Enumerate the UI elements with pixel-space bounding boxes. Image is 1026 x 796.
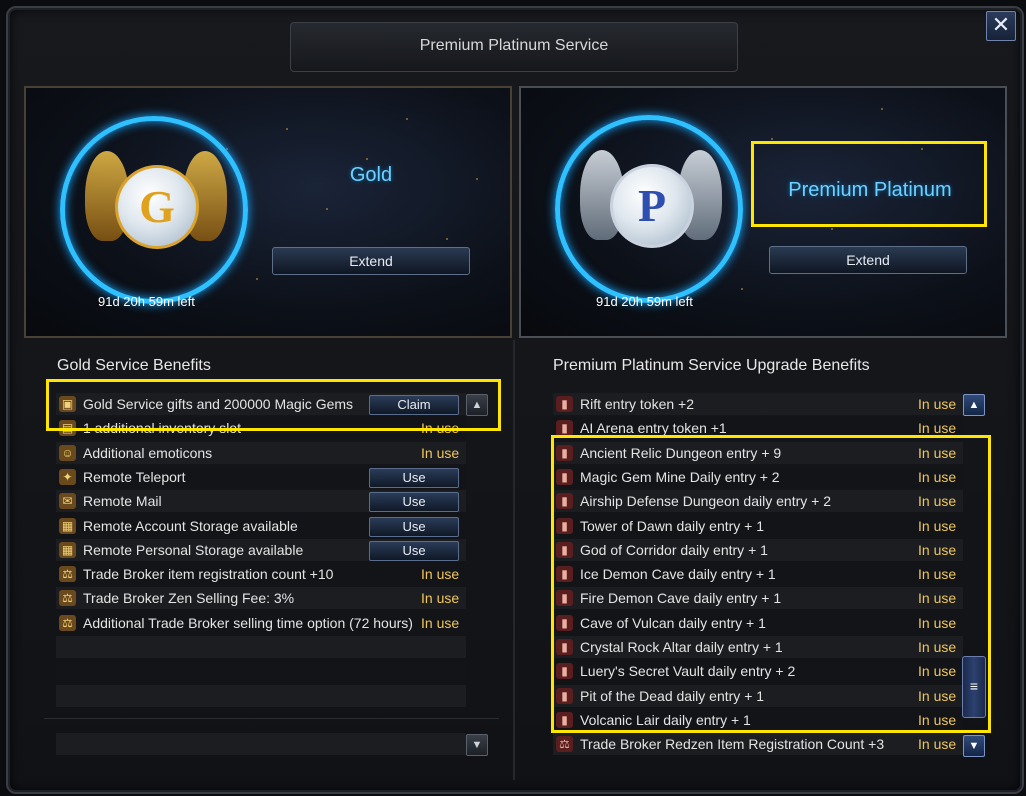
teleport-wing-icon: ✦ <box>59 468 76 485</box>
benefit-label: Trade Broker item registration count +10 <box>83 566 334 583</box>
list-item: ⚖ Trade Broker Redzen Item Registration C… <box>553 733 963 756</box>
platinum-emblem-ring: P <box>555 115 743 303</box>
empty-list-row <box>56 636 466 658</box>
benefit-label: Remote Account Storage available <box>83 517 298 534</box>
use-button[interactable]: Use <box>369 516 459 537</box>
benefit-label: Rift entry token +2 <box>580 396 695 412</box>
list-item: ☺ Additional emoticons In use <box>56 441 466 464</box>
gold-benefits-list: ▣ Gold Service gifts and 200000 Magic Gem… <box>56 393 466 713</box>
gold-time-left: 91d 20h 59m left <box>98 294 195 309</box>
gold-emblem-ring: G <box>60 116 248 304</box>
list-item: ▦ Remote Personal Storage available Use <box>56 538 466 561</box>
gold-extend-button[interactable]: Extend <box>272 247 470 275</box>
highlight-platinum-name <box>751 141 987 227</box>
mail-icon: ✉ <box>59 493 76 510</box>
benefit-label: Additional emoticons <box>83 444 213 461</box>
list-item: ✉ Remote Mail Use <box>56 490 466 513</box>
empty-list-row <box>56 684 466 707</box>
emoticon-icon: ☺ <box>59 444 76 461</box>
benefit-label: Trade Broker Redzen Item Registration Co… <box>580 736 885 753</box>
platinum-benefits-title: Premium Platinum Service Upgrade Benefit… <box>553 357 870 374</box>
platinum-scroll-down-button[interactable]: ▼ <box>963 735 985 757</box>
status-text: In use <box>421 444 460 461</box>
list-item: ⚖ Trade Broker item registration count +1… <box>56 563 466 586</box>
account-storage-icon: ▦ <box>59 517 76 534</box>
trade-scale-icon: ⚖ <box>59 566 76 583</box>
platinum-scroll-up-button[interactable]: ▲ <box>963 394 985 416</box>
benefit-label: Trade Broker Zen Selling Fee: 3% <box>83 590 295 607</box>
gold-list-separator <box>44 718 499 719</box>
benefit-label: Remote Teleport <box>83 468 186 485</box>
list-item: ▦ Remote Account Storage available Use <box>56 514 466 537</box>
list-item: ⚖ Trade Broker Zen Selling Fee: 3% In use <box>56 587 466 610</box>
gold-footer-row <box>56 733 466 755</box>
use-button[interactable]: Use <box>369 540 459 561</box>
list-item: ✦ Remote Teleport Use <box>56 465 466 488</box>
use-button[interactable]: Use <box>369 492 459 513</box>
gold-service-panel: G 91d 20h 59m left Gold Extend <box>24 86 512 338</box>
status-text: In use <box>421 590 460 607</box>
gold-scroll-down-button[interactable]: ▼ <box>466 734 488 756</box>
close-button[interactable]: ✕ <box>986 11 1016 41</box>
entry-token-icon: ▮ <box>556 420 573 437</box>
entry-token-icon: ▮ <box>556 396 573 412</box>
window-title: Premium Platinum Service <box>419 37 609 54</box>
status-text: In use <box>918 396 957 412</box>
trade-scale-icon: ⚖ <box>59 614 76 631</box>
benefit-label: Additional Trade Broker selling time opt… <box>83 614 413 631</box>
list-item: ⚖ Additional Trade Broker selling time op… <box>56 611 466 634</box>
empty-list-row <box>56 660 466 683</box>
status-text: In use <box>421 566 460 583</box>
status-text: In use <box>918 736 957 753</box>
highlight-platinum-entries <box>551 435 991 733</box>
trade-scale-icon: ⚖ <box>59 590 76 607</box>
gold-service-name: Gold <box>349 164 393 186</box>
status-text: In use <box>421 614 460 631</box>
benefit-label: Remote Mail <box>83 493 162 510</box>
trade-scale-icon: ⚖ <box>556 736 573 753</box>
title-plate: Premium Platinum Service <box>290 22 738 72</box>
benefit-label: Remote Personal Storage available <box>83 541 304 558</box>
personal-storage-icon: ▦ <box>59 541 76 558</box>
gold-benefits-title: Gold Service Benefits <box>57 357 211 374</box>
platinum-emblem-icon: P <box>610 164 694 248</box>
column-divider <box>513 340 515 780</box>
use-button[interactable]: Use <box>369 467 459 488</box>
platinum-time-left: 91d 20h 59m left <box>596 294 693 309</box>
gold-emblem-icon: G <box>115 165 199 249</box>
list-item: ▮ Rift entry token +2 In use <box>553 393 963 415</box>
highlight-gold-gift-row <box>46 379 501 431</box>
platinum-extend-button[interactable]: Extend <box>769 246 967 274</box>
